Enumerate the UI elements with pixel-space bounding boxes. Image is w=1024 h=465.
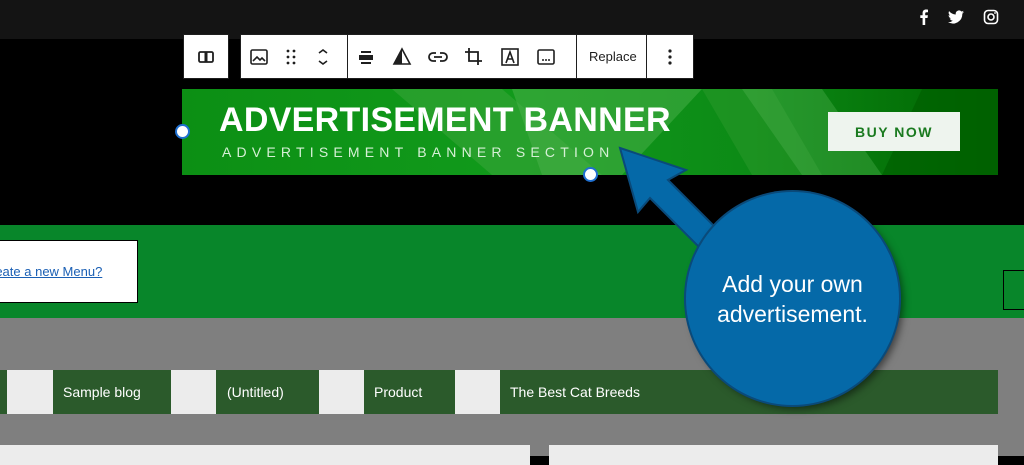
menu-placeholder-box: reate a new Menu? <box>0 240 138 303</box>
twitter-icon[interactable] <box>947 8 965 26</box>
menu-item-placeholder[interactable] <box>319 370 364 414</box>
buy-now-button[interactable]: BUY NOW <box>828 112 960 151</box>
alt-text-icon[interactable] <box>528 35 564 78</box>
menu-item-untitled[interactable]: (Untitled) <box>227 370 284 414</box>
advertisement-banner-image[interactable]: ADVERTISEMENT BANNER ADVERTISEMENT BANNE… <box>182 89 998 175</box>
menu-item-placeholder[interactable] <box>455 370 500 414</box>
content-card-left <box>0 445 530 465</box>
image-icon[interactable] <box>241 35 277 78</box>
block-toolbar-group-1 <box>183 34 229 79</box>
text-overlay-icon[interactable] <box>492 35 528 78</box>
align-full-icon[interactable] <box>184 35 228 78</box>
more-options-icon[interactable] <box>647 35 693 78</box>
menu-item-placeholder[interactable] <box>171 370 216 414</box>
duotone-icon[interactable] <box>384 35 420 78</box>
resize-handle-left[interactable] <box>175 124 190 139</box>
menu-item-sample-blog[interactable]: Sample blog <box>63 370 141 414</box>
callout-text: Add your own advertisement. <box>717 270 868 327</box>
align-text-icon[interactable] <box>348 35 384 78</box>
block-toolbar-group-5 <box>646 34 694 79</box>
callout-bubble: Add your own advertisement. <box>686 192 899 405</box>
banner-title: ADVERTISEMENT BANNER <box>219 101 671 139</box>
replace-label: Replace <box>589 49 637 64</box>
banner-subtitle: ADVERTISEMENT BANNER SECTION <box>222 144 615 160</box>
link-icon[interactable] <box>420 35 456 78</box>
crop-icon[interactable] <box>456 35 492 78</box>
create-menu-link[interactable]: reate a new Menu? <box>0 264 102 279</box>
menu-item-placeholder[interactable] <box>7 370 53 414</box>
resize-handle-bottom[interactable] <box>583 167 598 182</box>
menu-item-product[interactable]: Product <box>374 370 422 414</box>
content-card-right <box>549 445 998 465</box>
block-toolbar-group-2 <box>240 34 348 79</box>
move-up-down-icon[interactable] <box>305 35 341 78</box>
menu-item-best-cat-breeds[interactable]: The Best Cat Breeds <box>510 370 640 414</box>
instagram-icon[interactable] <box>982 8 1000 26</box>
drag-handle-icon[interactable] <box>277 35 305 78</box>
edge-button[interactable] <box>1003 270 1024 310</box>
replace-button[interactable]: Replace <box>576 34 647 79</box>
block-toolbar-group-3 <box>347 34 577 79</box>
facebook-icon[interactable] <box>915 8 933 26</box>
